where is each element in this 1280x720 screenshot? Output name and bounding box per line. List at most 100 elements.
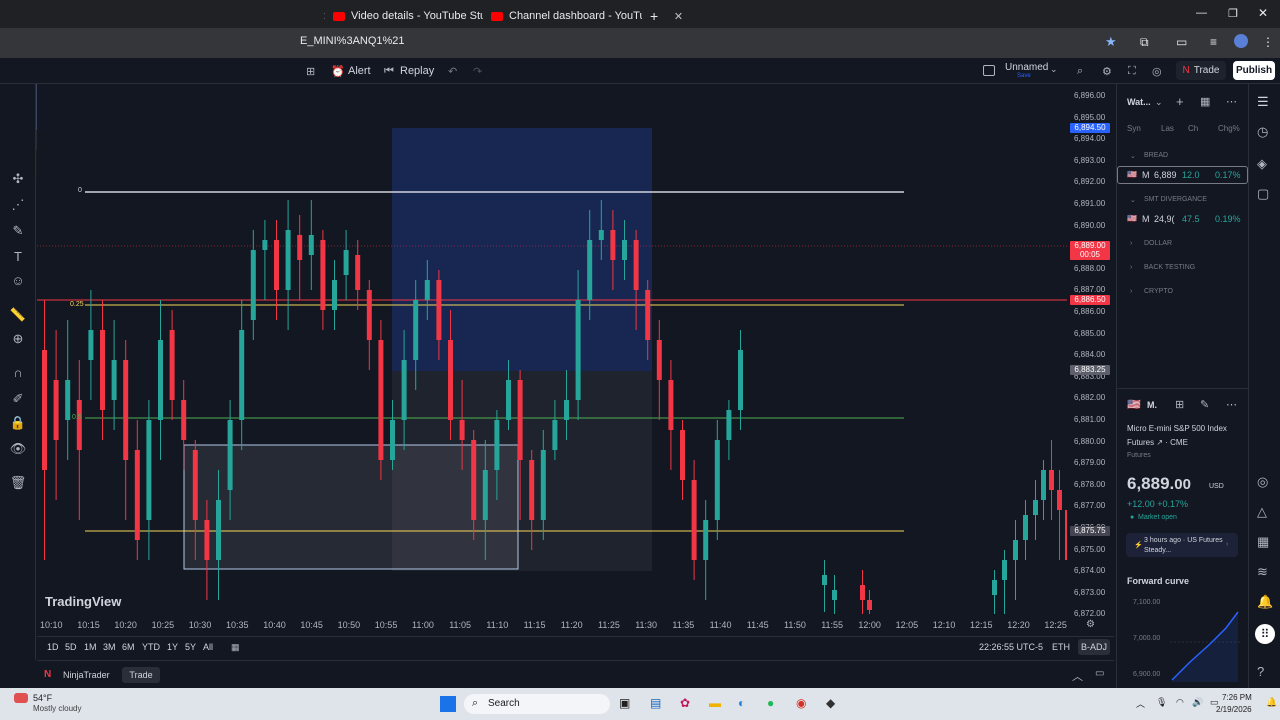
range-1m[interactable]: 1M: [84, 642, 97, 652]
weather-icon[interactable]: [14, 693, 28, 703]
settings-icon[interactable]: ⚙: [1102, 65, 1112, 78]
publish-button[interactable]: Publish: [1233, 61, 1275, 80]
close-window-icon[interactable]: ✕: [1258, 6, 1268, 20]
tray-chevron-icon[interactable]: ︿: [1136, 697, 1145, 710]
chevron-down-icon[interactable]: ⌄: [1130, 196, 1136, 204]
target-icon[interactable]: ◎: [1257, 474, 1268, 490]
app-icon[interactable]: ◆: [826, 696, 835, 710]
detail-exchange[interactable]: Futures ↗ · CME: [1127, 438, 1188, 447]
crosshair-tool-icon[interactable]: ✣: [9, 170, 27, 188]
media-icon[interactable]: ≡: [1210, 35, 1217, 49]
pen-icon[interactable]: ✎: [9, 222, 27, 240]
start-icon[interactable]: [440, 696, 456, 712]
magnet-icon[interactable]: ∩: [9, 364, 27, 382]
notification-icon[interactable]: 🔔: [1266, 697, 1277, 708]
column-change[interactable]: Ch: [1188, 124, 1198, 133]
trend-line-icon[interactable]: ⋰: [9, 196, 27, 214]
new-tab-button[interactable]: +: [642, 4, 667, 28]
task-view-icon[interactable]: ▣: [619, 696, 630, 710]
alert-icon[interactable]: ⏰: [331, 65, 345, 78]
column-change-pct[interactable]: Chg%: [1218, 124, 1240, 133]
session-toggle[interactable]: ETH: [1052, 642, 1070, 652]
wifi-icon[interactable]: ◠: [1176, 697, 1184, 708]
chevron-right-icon[interactable]: ›: [1130, 240, 1132, 247]
range-6m[interactable]: 6M: [122, 642, 135, 652]
search-placeholder[interactable]: Search: [488, 698, 520, 709]
range-1y[interactable]: 1Y: [167, 642, 178, 652]
copilot-icon[interactable]: ✿: [680, 696, 690, 710]
bookmark-star-icon[interactable]: ★: [1105, 34, 1117, 50]
chat-icon[interactable]: ▢: [1257, 186, 1269, 202]
alerts-clock-icon[interactable]: ◷: [1257, 124, 1268, 140]
maximize-panel-icon[interactable]: ▭: [1095, 668, 1104, 679]
ruler-icon[interactable]: 📏: [9, 306, 27, 324]
replay-button[interactable]: Replay: [400, 65, 434, 77]
mic-icon[interactable]: 🎙: [1156, 697, 1167, 708]
range-5y[interactable]: 5Y: [185, 642, 196, 652]
section-smt-divergance[interactable]: SMT DIVERGANCE: [1144, 196, 1207, 203]
layout-table-icon[interactable]: ▦: [1200, 95, 1210, 108]
section-back-testing[interactable]: BACK TESTING: [1144, 264, 1195, 271]
stream-icon[interactable]: ≋: [1257, 564, 1268, 580]
calendar-icon[interactable]: ▦: [231, 642, 240, 653]
adjust-toggle[interactable]: B-ADJ: [1078, 639, 1110, 655]
detail-symbol[interactable]: M.: [1147, 400, 1157, 410]
edge-icon[interactable]: ◐: [738, 696, 745, 710]
watchlist-title[interactable]: Wat...: [1127, 97, 1151, 107]
help-icon[interactable]: ?: [1257, 664, 1264, 679]
range-ytd[interactable]: YTD: [142, 642, 160, 652]
column-symbol[interactable]: Syn: [1127, 124, 1141, 133]
trash-icon[interactable]: 🗑: [9, 474, 27, 492]
chevron-down-icon[interactable]: ⌄: [1130, 152, 1136, 160]
broker-trade-button[interactable]: Trade: [122, 667, 160, 683]
lock-draw-icon[interactable]: ✐: [9, 390, 27, 408]
column-last[interactable]: Las: [1161, 124, 1174, 133]
more-options-icon[interactable]: ⋯: [1226, 398, 1237, 411]
chevron-down-icon[interactable]: ⌄: [1155, 97, 1163, 108]
layout-toggle-icon[interactable]: [983, 65, 995, 76]
row-change-pct[interactable]: 0.19%: [1215, 214, 1241, 224]
store-icon[interactable]: ▤: [650, 696, 661, 710]
url-text[interactable]: E_MINI%3ANQ1%21: [300, 35, 405, 47]
volume-icon[interactable]: 🔊: [1192, 697, 1203, 708]
chart-clock[interactable]: 22:26:55 UTC-5: [979, 642, 1043, 652]
weather-temp[interactable]: 54°F: [33, 693, 52, 703]
weather-desc[interactable]: Mostly cloudy: [33, 704, 81, 713]
quick-search-icon[interactable]: ⌕: [1077, 65, 1083, 78]
replay-icon[interactable]: ⏮: [384, 65, 394, 78]
ideas-icon[interactable]: △: [1257, 504, 1267, 520]
trade-button[interactable]: N Trade: [1176, 61, 1226, 80]
taskbar-date[interactable]: 2/19/2026: [1216, 705, 1252, 714]
layers-icon[interactable]: ◈: [1257, 156, 1267, 172]
section-crypto[interactable]: CRYPTO: [1144, 288, 1173, 295]
layout-grid-icon[interactable]: ⊞: [306, 65, 315, 78]
chevron-up-icon[interactable]: ︿: [1072, 668, 1083, 684]
folder-icon[interactable]: ▬: [709, 696, 721, 710]
price-chart[interactable]: [37, 84, 1067, 614]
chrome-icon[interactable]: ◉: [796, 696, 806, 710]
axis-settings-icon[interactable]: ⚙: [1086, 619, 1095, 630]
row-change[interactable]: 47.5: [1182, 214, 1200, 224]
redo-icon[interactable]: ↷: [473, 65, 482, 78]
chevron-right-icon[interactable]: ›: [1130, 288, 1132, 295]
more-options-icon[interactable]: ⋯: [1226, 95, 1237, 108]
grid-icon[interactable]: ⊞: [1175, 398, 1184, 411]
row-last[interactable]: 24,9(: [1154, 214, 1175, 224]
range-5d[interactable]: 5D: [65, 642, 77, 652]
emoji-icon[interactable]: ☺: [9, 272, 27, 290]
text-tool-icon[interactable]: T: [9, 248, 27, 266]
add-symbol-icon[interactable]: +: [1176, 94, 1184, 109]
section-bread[interactable]: BREAD: [1144, 152, 1168, 159]
forward-curve-title[interactable]: Forward curve: [1127, 576, 1189, 586]
more-menu-icon[interactable]: ⋮: [1262, 35, 1274, 49]
minimize-icon[interactable]: —: [1196, 7, 1207, 19]
range-3m[interactable]: 3M: [103, 642, 116, 652]
fullscreen-icon[interactable]: ⛶: [1128, 65, 1136, 78]
close-icon[interactable]: ✕: [674, 10, 683, 23]
broker-name[interactable]: NinjaTrader: [63, 670, 110, 680]
taskbar-search[interactable]: [464, 694, 610, 714]
chevron-right-icon[interactable]: ›: [1130, 264, 1132, 271]
alert-button[interactable]: Alert: [348, 65, 371, 77]
zoom-icon[interactable]: ⊕: [9, 330, 27, 348]
taskbar-time[interactable]: 7:26 PM: [1222, 693, 1252, 702]
